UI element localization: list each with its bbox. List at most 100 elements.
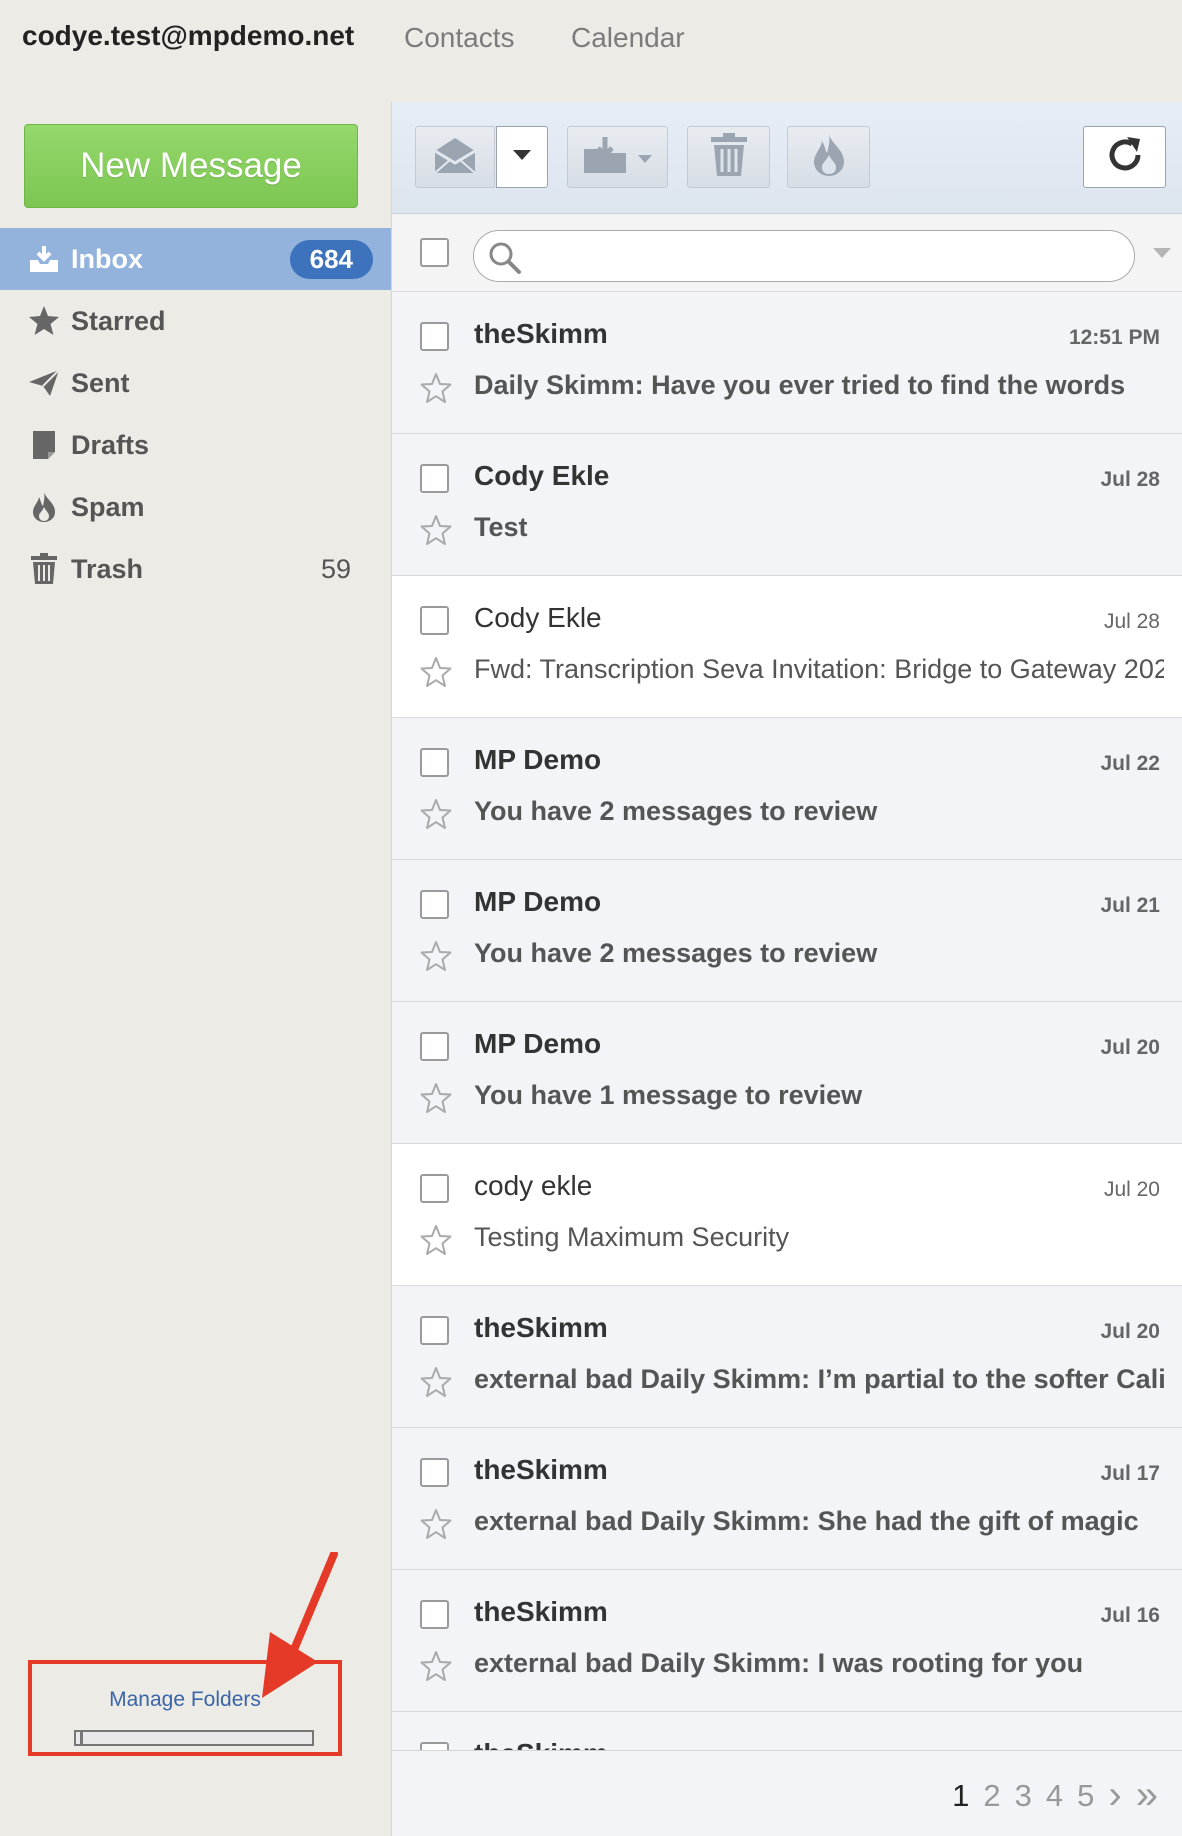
search-input[interactable] [530,239,1120,273]
message-subject: external bad Daily Skimm: She had the gi… [474,1506,1139,1536]
message-row[interactable]: theSkimm external bad Daily Skimm: She ha… [392,1428,1182,1570]
search-box[interactable] [473,230,1135,282]
search-icon [488,241,522,280]
calendar-link[interactable]: Calendar [571,22,685,54]
sidebar-item-trash[interactable]: Trash 59 [0,538,391,600]
message-checkbox[interactable] [420,1316,449,1345]
dropdown-caret-icon [512,148,532,166]
message-row[interactable]: MP Demo You have 1 message to review Jul 2… [392,1002,1182,1144]
message-subject: external bad Daily Skimm: I’m partial to… [474,1364,1164,1394]
message-row[interactable]: theSkimm Daily Skimm: Have you ever tried… [392,292,1182,434]
trash-count: 59 [320,553,351,584]
toolbar [392,102,1182,214]
sidebar-item-inbox[interactable]: Inbox 684 [0,228,391,290]
star-icon[interactable] [420,1224,452,1261]
manage-folders-link[interactable]: Manage Folders [32,1688,338,1712]
select-all-checkbox[interactable] [420,238,449,267]
message-sender: MP Demo [474,1028,602,1059]
message-checkbox[interactable] [420,1458,449,1487]
star-icon[interactable] [420,1508,452,1545]
message-checkbox[interactable] [420,1174,449,1203]
message-checkbox[interactable] [420,1600,449,1629]
search-row [392,214,1182,292]
message-row[interactable]: Cody Ekle Fwd: Transcription Seva Invitat… [392,576,1182,718]
message-subject: You have 1 message to review [474,1080,863,1110]
contacts-link[interactable]: Contacts [404,22,515,54]
sidebar-item-sent[interactable]: Sent [0,352,391,414]
page-link[interactable]: 5 [1077,1778,1094,1814]
message-checkbox[interactable] [420,606,449,635]
star-icon[interactable] [420,372,452,409]
message-row[interactable]: theSkimm external bad Daily Skimm: I was … [392,1570,1182,1712]
folder-label: Starred [71,305,166,336]
last-page-icon[interactable]: » [1136,1773,1158,1818]
sidebar-item-drafts[interactable]: Drafts [0,414,391,476]
message-checkbox[interactable] [420,748,449,777]
page-link[interactable]: 2 [983,1778,1000,1814]
message-row[interactable]: MP Demo You have 2 messages to review Jul … [392,860,1182,1002]
message-row[interactable]: theSkimm external bad Daily Skimm: I’m pa… [392,1286,1182,1428]
flame-icon [27,490,61,524]
star-icon[interactable] [420,514,452,551]
move-to-folder-button[interactable] [567,126,668,188]
message-subject: Fwd: Transcription Seva Invitation: Brid… [474,654,1164,684]
page-link[interactable]: 3 [1015,1778,1032,1814]
folder-label: Inbox [71,243,143,274]
message-date: Jul 22 [1100,752,1160,775]
message-subject: You have 2 messages to review [474,938,878,968]
account-email[interactable]: codye.test@mpdemo.net [22,20,354,52]
page-links: 1 2 3 4 5 › » [952,1773,1158,1818]
folder-label: Spam [71,491,145,522]
message-pane: theSkimm Daily Skimm: Have you ever tried… [391,102,1182,1836]
spam-flame-icon [812,133,846,182]
message-date: Jul 20 [1100,1320,1160,1343]
delete-button[interactable] [687,126,770,188]
mark-read-button[interactable] [415,126,495,188]
page-link[interactable]: 4 [1046,1778,1063,1814]
message-row[interactable]: Cody Ekle Test Jul 28 [392,434,1182,576]
message-sender: theSkimm [474,1312,608,1343]
message-sender: theSkimm [474,1596,608,1627]
star-icon[interactable] [420,798,452,835]
storage-usage-bar [74,1730,314,1746]
message-row[interactable]: MP Demo You have 2 messages to review Jul … [392,718,1182,860]
unread-count-badge: 684 [289,239,373,279]
star-icon[interactable] [420,1650,452,1687]
next-page-icon[interactable]: › [1108,1773,1121,1818]
search-options-caret-icon[interactable] [1152,246,1172,264]
message-sender: MP Demo [474,744,602,775]
message-subject: external bad Daily Skimm: I was rooting … [474,1648,1084,1678]
mark-options-dropdown[interactable] [496,126,548,188]
message-sender: theSkimm [474,318,608,349]
message-date: Jul 28 [1103,610,1160,633]
message-date: 12:51 PM [1068,326,1160,349]
mark-read-icon [433,135,477,180]
star-icon[interactable] [420,656,452,693]
message-date: Jul 20 [1103,1178,1160,1201]
mark-spam-button[interactable] [787,126,870,188]
message-subject: You have 2 messages to review [474,796,878,826]
message-sender: MP Demo [474,886,602,917]
message-sender: theSkimm [474,1454,608,1485]
sidebar-item-starred[interactable]: Starred [0,290,391,352]
star-icon[interactable] [420,940,452,977]
message-subject: Testing Maximum Security [474,1222,790,1252]
sidebar-item-spam[interactable]: Spam [0,476,391,538]
new-message-button[interactable]: New Message [24,124,358,208]
folder-label: Sent [71,367,130,398]
message-checkbox[interactable] [420,464,449,493]
top-bar: codye.test@mpdemo.net Contacts Calendar [0,0,1182,78]
message-sender: cody ekle [474,1170,593,1201]
message-checkbox[interactable] [420,890,449,919]
message-checkbox[interactable] [420,1032,449,1061]
page-link[interactable]: 1 [952,1778,969,1814]
star-icon[interactable] [420,1366,452,1403]
message-sender: Cody Ekle [474,602,602,633]
message-row[interactable]: cody ekle Testing Maximum Security Jul 20 [392,1144,1182,1286]
refresh-icon [1105,135,1145,180]
message-subject: Test [474,512,528,542]
refresh-button[interactable] [1083,126,1166,188]
star-icon[interactable] [420,1082,452,1119]
message-checkbox[interactable] [420,322,449,351]
folder-label: Drafts [71,429,150,460]
